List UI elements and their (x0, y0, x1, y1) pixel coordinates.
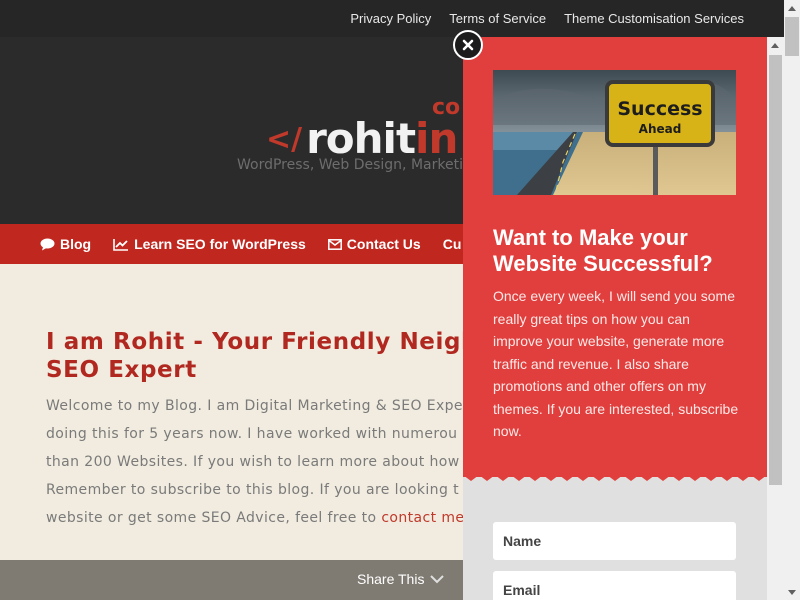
scrollbar-thumb[interactable] (785, 17, 799, 56)
nav-item-label: Learn SEO for WordPress (134, 236, 306, 252)
comment-icon (40, 238, 55, 250)
nav-item-contact-us[interactable]: Contact Us (327, 236, 421, 252)
nav-item-blog[interactable]: Blog (40, 236, 91, 252)
success-ahead-image: Success Ahead (493, 70, 736, 195)
logo-code-bracket: </ (266, 122, 303, 157)
close-icon (462, 39, 474, 51)
share-button[interactable]: Share This (357, 571, 445, 587)
email-field[interactable]: Email (493, 571, 736, 600)
nav-item-learn-seo[interactable]: Learn SEO for WordPress (113, 236, 306, 252)
top-bar: Privacy Policy Terms of Service Theme Cu… (0, 0, 784, 37)
popup-scrollbar-thumb[interactable] (769, 55, 782, 485)
scroll-down-arrow-icon[interactable] (784, 584, 800, 600)
site-logo[interactable]: </ rohitin co (266, 95, 460, 163)
share-label: Share This (357, 571, 425, 587)
envelope-icon (327, 238, 342, 250)
hero-sign-line2: Ahead (639, 122, 682, 136)
logo-superscript: co (432, 95, 461, 120)
chart-icon (113, 238, 129, 251)
popup-description: Once every week, I will send you some re… (493, 288, 739, 439)
subscribe-popup: Success Ahead Want to Make your Website … (463, 37, 767, 600)
logo-text-main: rohit (306, 114, 416, 163)
hero-sign-line1: Success (617, 98, 702, 120)
logo-text-accent: in (415, 114, 458, 163)
popup-scroll-up-arrow-icon[interactable] (767, 37, 783, 53)
theme-customisation-link[interactable]: Theme Customisation Services (564, 11, 744, 26)
nav-item-label: Cu (442, 236, 462, 252)
popup-close-button[interactable] (453, 30, 483, 60)
chevron-down-icon (430, 574, 445, 583)
contact-me-link[interactable]: contact me (381, 510, 464, 526)
nav-item-truncated[interactable]: Cu (443, 236, 462, 252)
privacy-policy-link[interactable]: Privacy Policy (350, 11, 431, 26)
site-tagline: WordPress, Web Design, Marketing (237, 157, 481, 173)
name-field[interactable]: Name (493, 522, 736, 560)
terms-of-service-link[interactable]: Terms of Service (449, 11, 546, 26)
popup-scrollbar[interactable] (767, 37, 784, 600)
top-links: Privacy Policy Terms of Service Theme Cu… (350, 0, 744, 37)
page-scrollbar[interactable] (784, 0, 800, 600)
scroll-up-arrow-icon[interactable] (784, 0, 800, 16)
popup-title: Want to Make your Website Successful? (493, 225, 713, 276)
email-placeholder: Email (503, 582, 541, 598)
paragraph-text: website or get some SEO Advice, feel fre… (46, 510, 382, 526)
logo-text: rohitin (306, 114, 458, 163)
nav-item-label: Blog (60, 236, 92, 252)
zigzag-divider (463, 469, 767, 481)
nav-item-label: Contact Us (346, 236, 421, 252)
name-placeholder: Name (503, 533, 542, 549)
